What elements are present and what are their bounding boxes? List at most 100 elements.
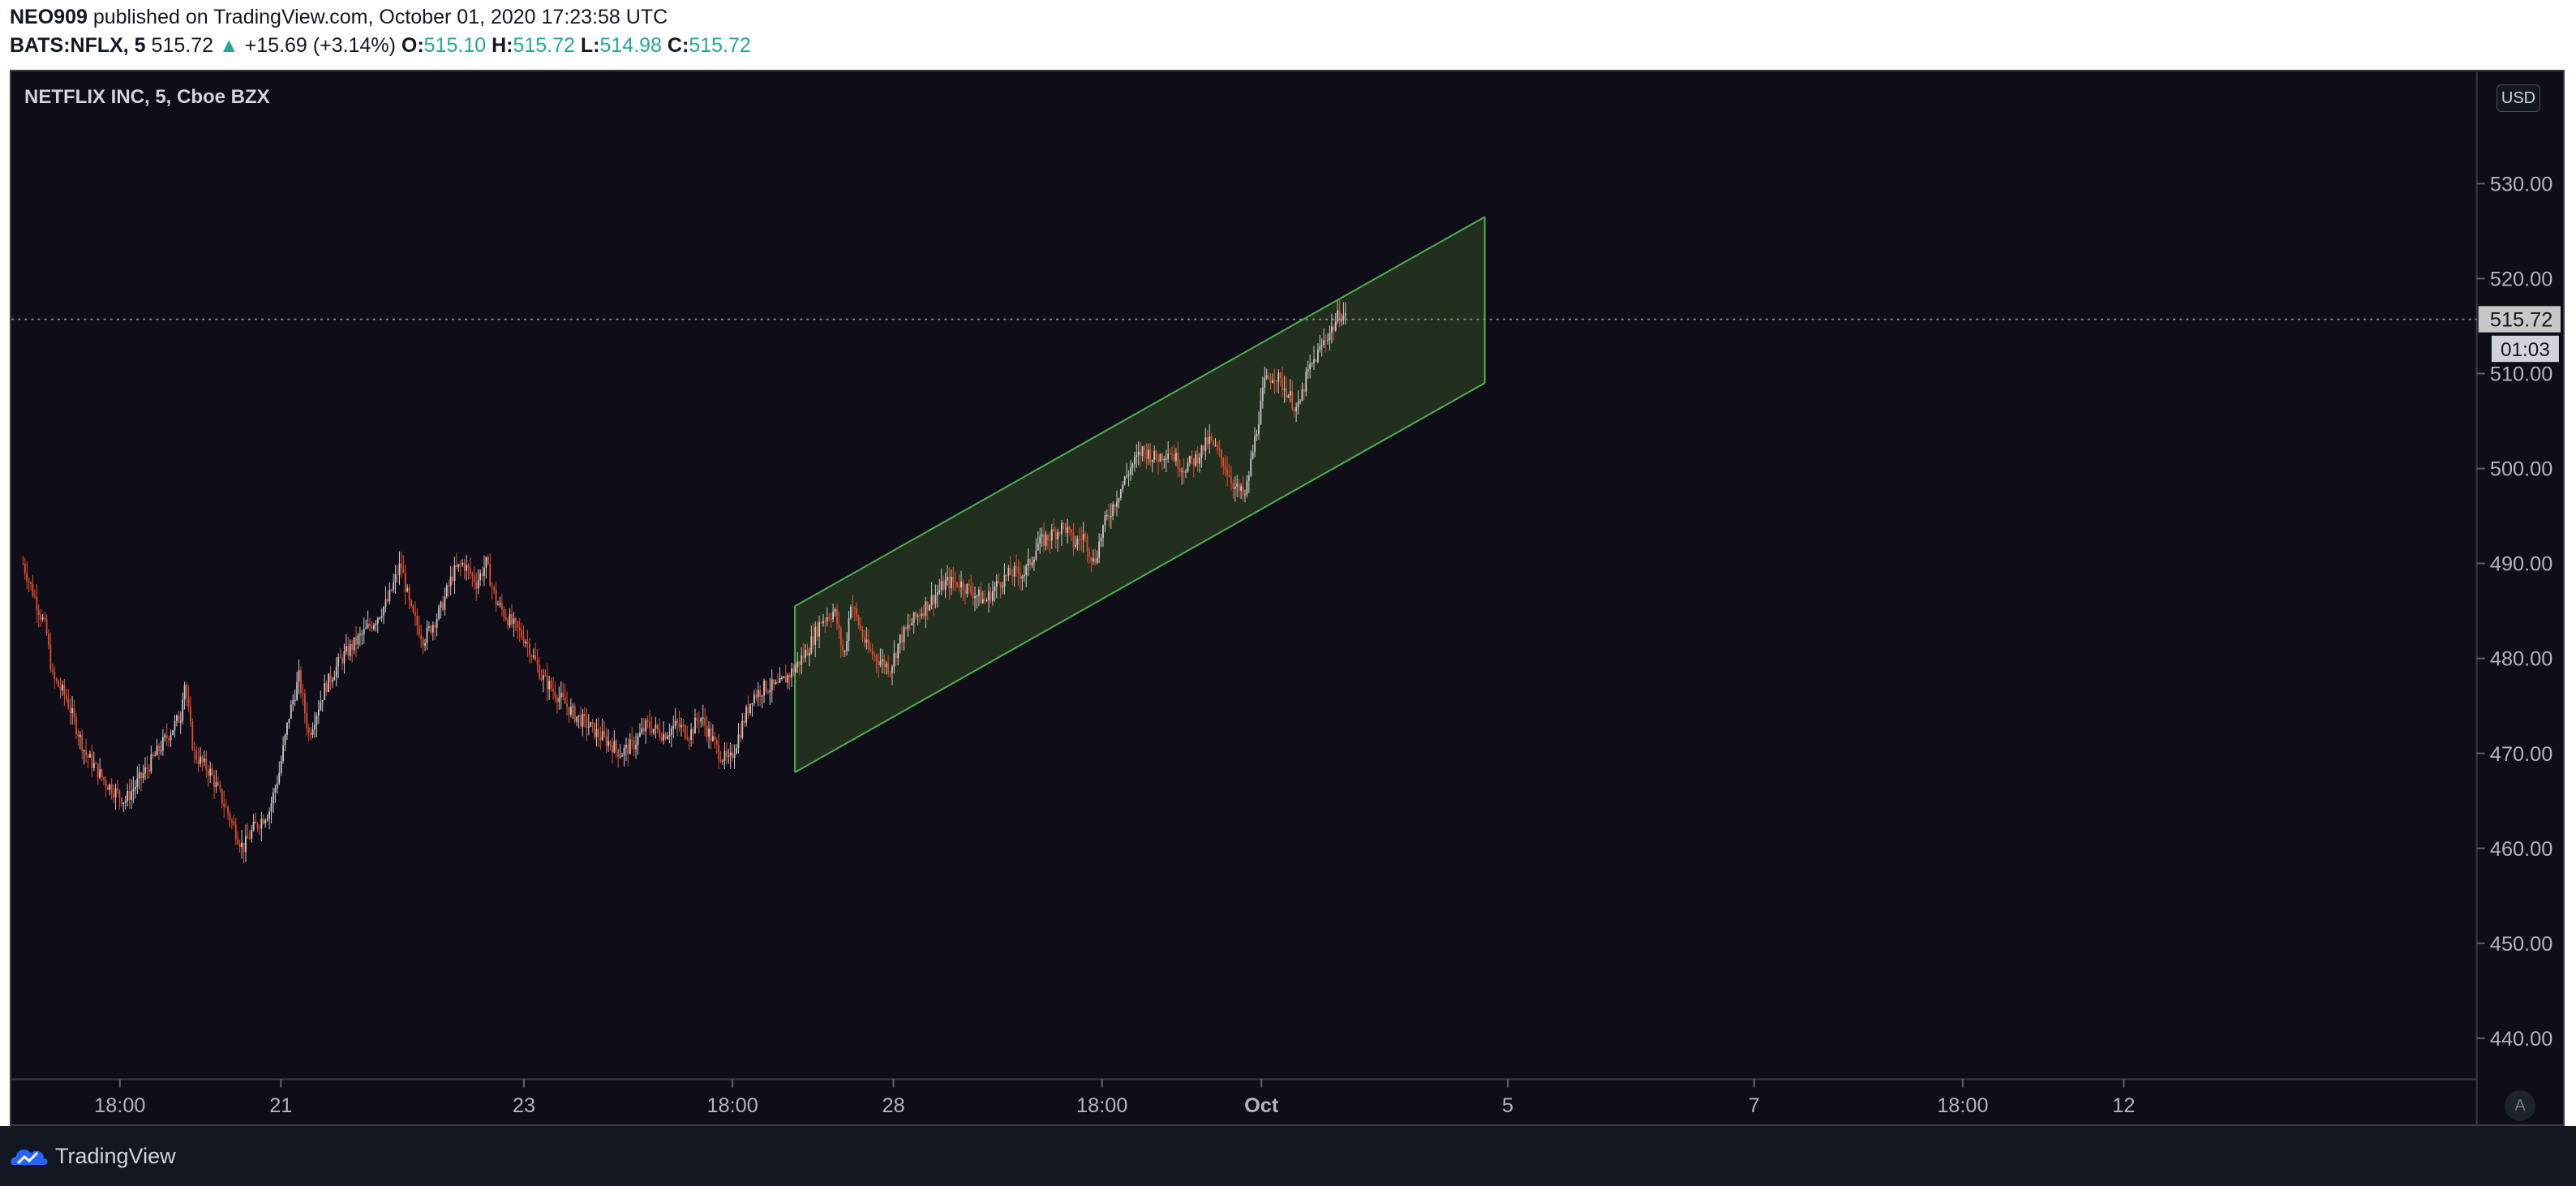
y-tick-label: 490.00	[2490, 553, 2552, 576]
candle-body	[65, 694, 67, 699]
candle-body	[670, 728, 672, 735]
candle-body	[203, 758, 205, 763]
candle-body	[623, 748, 625, 756]
candle-body	[1179, 468, 1181, 472]
candle-body	[274, 788, 277, 793]
candle-body	[960, 581, 962, 588]
candle-body	[248, 838, 251, 840]
x-tick-label: 7	[1749, 1094, 1760, 1117]
candle-body	[1234, 487, 1236, 489]
candle-body	[97, 763, 99, 778]
brand-label[interactable]: TradingView	[55, 1144, 176, 1169]
candle-body	[1313, 359, 1315, 363]
candle-body	[69, 707, 71, 714]
candle-body	[637, 736, 639, 745]
candle-body	[816, 626, 818, 637]
candle-body	[852, 607, 854, 608]
candle-body	[1330, 326, 1333, 333]
candle-body	[1137, 451, 1140, 455]
candle-body	[1287, 395, 1290, 398]
candle-body	[247, 836, 249, 839]
candle-body	[393, 582, 395, 591]
candle-body	[489, 564, 492, 587]
candle-body	[962, 581, 964, 591]
candle-body	[1341, 320, 1342, 321]
candle-body	[179, 720, 182, 723]
candle-body	[306, 712, 308, 728]
candle-body	[339, 657, 341, 659]
candle-body	[780, 677, 783, 680]
candle-body	[838, 624, 840, 629]
candle-body	[251, 829, 253, 839]
candle-body	[966, 583, 968, 594]
candle-body	[1286, 389, 1287, 398]
candle-body	[1192, 458, 1195, 466]
candle-body	[1210, 436, 1213, 440]
candle-body	[690, 729, 693, 740]
candle-body	[525, 642, 526, 643]
last-price-tag-label: 515.72	[2490, 309, 2552, 332]
candle-body	[286, 723, 288, 735]
candle-body	[956, 582, 959, 587]
x-tick-label: 18:00	[1076, 1094, 1127, 1117]
candle-body	[77, 733, 79, 737]
price-chart[interactable]: 530.00 520.00 510.00 500.00 490.00 480.00 470.…	[0, 0, 2576, 1186]
candle-body	[718, 744, 720, 760]
candle-body	[71, 708, 74, 714]
candle-body	[550, 681, 552, 689]
candle-body	[605, 735, 608, 746]
candle-body	[191, 721, 194, 750]
candle-body	[398, 563, 401, 575]
candle-body	[205, 758, 208, 771]
candle-body	[73, 708, 75, 718]
candle-body	[899, 634, 901, 644]
candle-body	[1100, 538, 1102, 542]
candle-body	[796, 661, 799, 668]
candle-body	[1279, 372, 1282, 378]
candle-body	[984, 599, 986, 601]
candle-body	[639, 733, 641, 737]
candle-body	[919, 615, 921, 617]
candle-body	[1084, 534, 1087, 536]
candle-body	[667, 736, 668, 739]
candle-body	[238, 844, 241, 848]
candle-body	[751, 703, 753, 705]
candle-body	[580, 715, 582, 727]
candle-body	[1163, 458, 1166, 461]
candle-body	[715, 740, 718, 745]
candle-body	[1112, 504, 1114, 517]
candle-body	[462, 563, 464, 565]
candle-body	[237, 839, 239, 844]
candle-body	[245, 836, 247, 853]
candle-body	[577, 715, 580, 717]
tradingview-logo-icon[interactable]	[8, 1141, 50, 1170]
candle-body	[276, 784, 278, 789]
candle-body	[556, 698, 558, 703]
candle-body	[1299, 400, 1301, 402]
candle-body	[1218, 449, 1221, 451]
candle-body	[1247, 475, 1250, 481]
candle-body	[583, 713, 586, 716]
auto-scale-button[interactable]: A	[2505, 1090, 2535, 1121]
candle-body	[981, 599, 984, 604]
candle-body	[649, 721, 651, 728]
candle-body	[1238, 483, 1240, 491]
candle-body	[617, 749, 620, 757]
candle-body	[1017, 567, 1020, 574]
candle-body	[442, 601, 444, 610]
candle-body	[499, 603, 501, 605]
candle-body	[1254, 436, 1256, 453]
candle-body	[1240, 486, 1243, 491]
candle-body	[672, 725, 675, 728]
candle-body	[1015, 565, 1017, 568]
candle-body	[1020, 574, 1021, 579]
candle-body	[864, 637, 865, 643]
candle-body	[723, 750, 726, 761]
candle-body	[818, 622, 820, 637]
candle-body	[1140, 451, 1142, 457]
candle-body	[324, 683, 326, 700]
candle-body	[860, 625, 862, 630]
candle-body	[355, 637, 357, 645]
candle-body	[110, 784, 113, 794]
currency-badge[interactable]: USD	[2497, 84, 2540, 112]
